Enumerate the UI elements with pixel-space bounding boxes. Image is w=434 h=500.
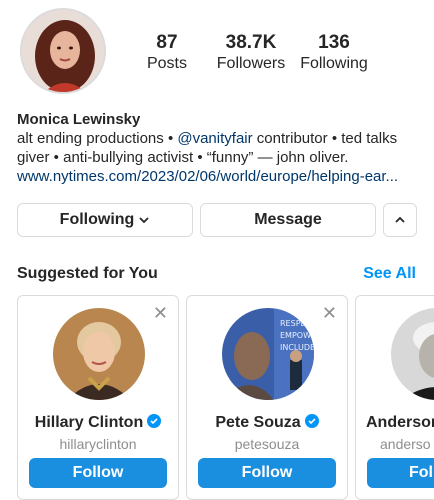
verified-badge-icon <box>304 414 319 428</box>
suggestion-card[interactable]: ✕ Hillary Clinton hillaryclinton Follow <box>17 295 179 500</box>
following-stat[interactable]: 136 Following <box>279 32 389 74</box>
close-icon[interactable]: ✕ <box>322 304 337 322</box>
bio-line-2: giver • anti-bullying activist • “funny”… <box>17 149 349 166</box>
suggestion-name: Hillary Clinton <box>18 414 178 432</box>
profile-avatar[interactable] <box>20 8 106 94</box>
following-label: Following <box>300 55 368 72</box>
following-count: 136 <box>318 32 350 53</box>
see-all-link[interactable]: See All <box>363 265 416 283</box>
suggested-title: Suggested for You <box>17 265 158 282</box>
suggestion-photo <box>391 308 434 400</box>
suggestion-card[interactable]: ✕ RESPECT EMPOWER INCLUDE Pete Souza pet… <box>186 295 348 500</box>
suggestion-name: Pete Souza <box>187 414 347 432</box>
bio-mention-link[interactable]: @vanityfair <box>177 130 252 147</box>
follow-button[interactable]: Follow <box>198 458 336 488</box>
suggestion-name-text: Pete Souza <box>215 414 301 431</box>
suggestion-photo: RESPECT EMPOWER INCLUDE <box>222 308 314 400</box>
message-button-label: Message <box>254 211 322 228</box>
chevron-up-icon <box>395 216 405 223</box>
bio-text: contributor • ted talks <box>252 130 398 147</box>
suggested-toggle-button[interactable] <box>383 203 417 237</box>
bio-line-1: alt ending productions • @vanityfair con… <box>17 129 422 148</box>
chevron-down-icon <box>139 217 149 224</box>
profile-name: Monica Lewinsky <box>17 111 141 128</box>
verified-badge-icon <box>147 414 162 428</box>
follow-button[interactable]: Fol <box>367 458 434 488</box>
suggestion-card[interactable]: Anderson anderso Fol <box>355 295 434 500</box>
profile-bio: Monica Lewinsky alt ending productions •… <box>17 110 422 186</box>
message-button[interactable]: Message <box>200 203 376 237</box>
close-icon[interactable]: ✕ <box>153 304 168 322</box>
following-button-label: Following <box>59 211 135 228</box>
suggestion-photo <box>53 308 145 400</box>
profile-photo <box>22 10 104 92</box>
follow-button[interactable]: Follow <box>29 458 167 488</box>
following-button[interactable]: Following <box>17 203 193 237</box>
bio-text: alt ending productions • <box>17 130 178 147</box>
suggestion-name-text: Hillary Clinton <box>34 414 144 431</box>
mural-text: RESPECT <box>280 319 314 328</box>
suggestion-avatar[interactable] <box>391 308 434 400</box>
suggestion-avatar[interactable]: RESPECT EMPOWER INCLUDE <box>222 308 314 400</box>
suggestion-username: hillaryclinton <box>59 436 137 452</box>
suggestion-name: Anderson <box>366 414 434 431</box>
suggestion-username: anderso <box>380 436 431 452</box>
bio-website-link[interactable]: www.nytimes.com/2023/02/06/world/europe/… <box>17 167 422 186</box>
suggestion-avatar[interactable] <box>53 308 145 400</box>
mural-text: EMPOWER <box>280 331 314 340</box>
suggestion-username: petesouza <box>234 436 300 452</box>
